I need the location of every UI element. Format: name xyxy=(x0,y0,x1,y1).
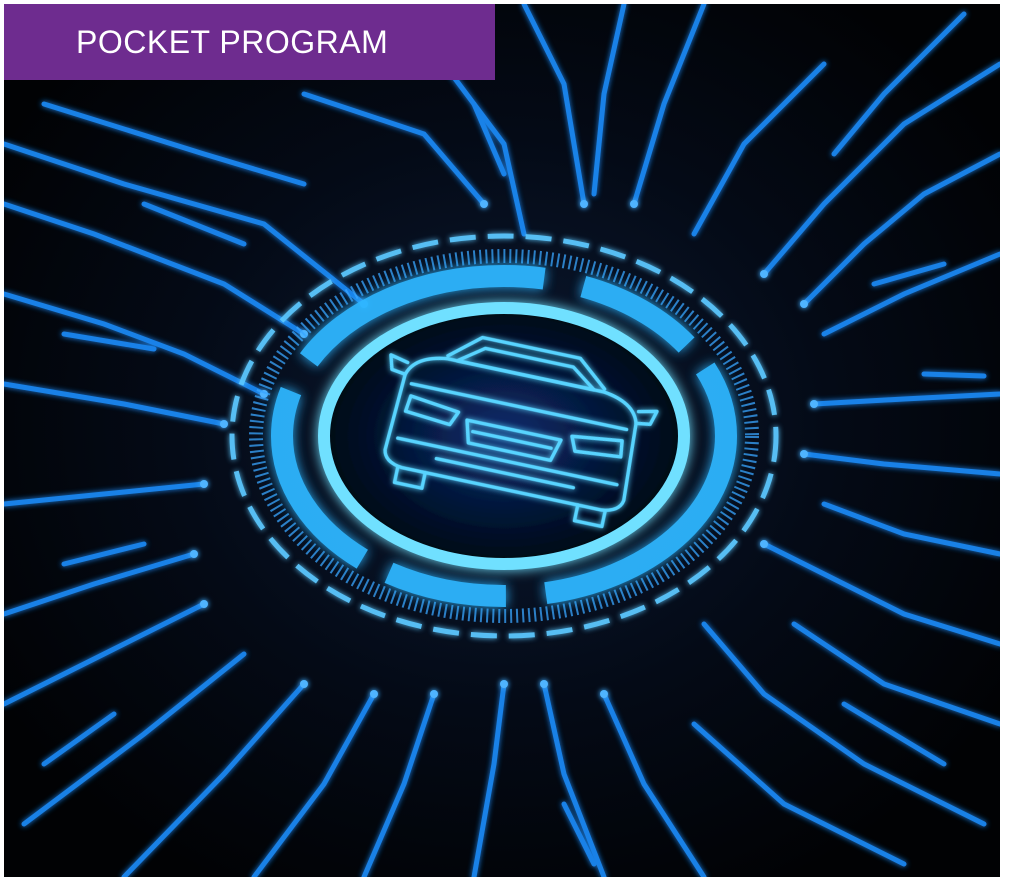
inner-ring xyxy=(318,302,690,570)
banner-title: POCKET PROGRAM xyxy=(76,23,389,60)
cover-page: POCKET PROGRAM xyxy=(4,4,1000,877)
header-banner: POCKET PROGRAM xyxy=(4,4,495,80)
circuit-board-illustration xyxy=(4,4,1000,877)
